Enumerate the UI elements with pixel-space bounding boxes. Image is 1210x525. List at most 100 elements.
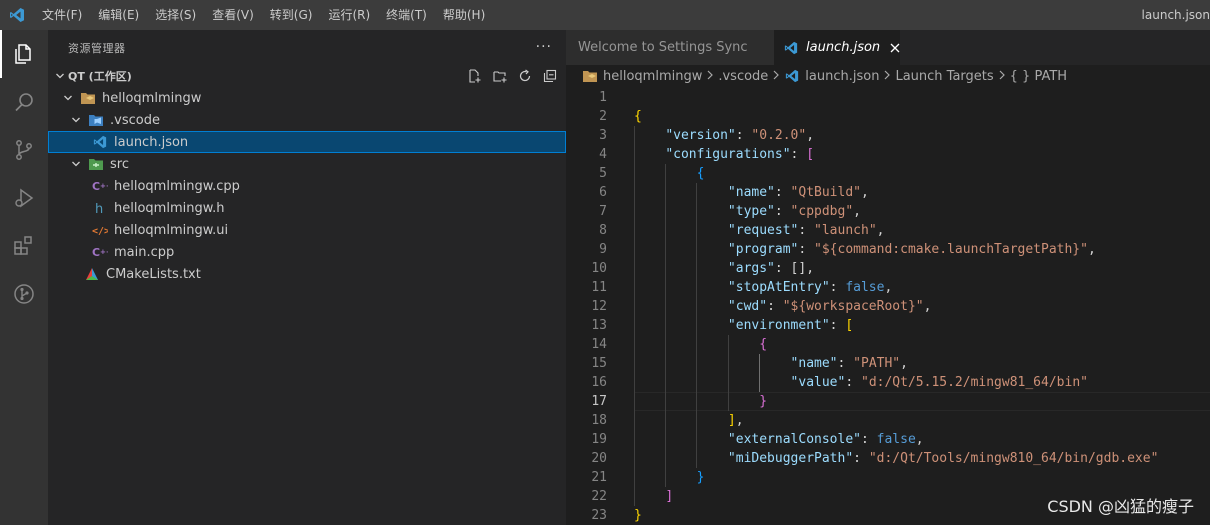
code-editor[interactable]: 1 2{3 "version": "0.2.0", 4 "configuration… [566, 87, 1210, 525]
file-tree: helloqmlmingw.vscodelaunch.jsonsrcC++hel… [48, 87, 566, 285]
menu-item-7[interactable]: 帮助(H) [435, 0, 493, 30]
cmake-file-icon [84, 266, 100, 282]
line-number: 5 [599, 166, 607, 181]
editor-area: Welcome to Settings Sync launch.json hel… [566, 30, 1210, 525]
code-token: : [774, 185, 791, 200]
breadcrumb-item[interactable]: launch.json [784, 68, 879, 84]
explorer-icon[interactable] [0, 30, 48, 78]
line-number: 23 [591, 508, 607, 523]
code-line: 2{ [566, 107, 1210, 126]
code-token: : [829, 280, 846, 295]
code-token: : [798, 242, 815, 257]
tree-item[interactable]: </> helloqmlmingw.ui [48, 219, 566, 241]
run-debug-icon[interactable] [0, 174, 48, 222]
more-actions-icon[interactable]: ··· [536, 39, 552, 55]
code-line: 20 "miDebuggerPath": "d:/Qt/Tools/mingw8… [566, 449, 1210, 468]
line-number: 3 [599, 128, 607, 143]
code-token: : [837, 356, 854, 371]
code-line: 7 "type": "cppdbg", [566, 202, 1210, 221]
tree-item[interactable]: C++ helloqmlmingw.cpp [48, 175, 566, 197]
code-line: 18 ], [566, 411, 1210, 430]
code-line: 1 [566, 88, 1210, 107]
code-token: , [915, 432, 924, 447]
close-icon[interactable] [890, 40, 900, 56]
code-token: : [], [774, 261, 815, 276]
code-line: 3 "version": "0.2.0", [566, 126, 1210, 145]
code-token: "QtBuild" [790, 185, 861, 200]
code-text: { [634, 107, 642, 126]
code-token: ] [665, 489, 674, 504]
code-token: { [759, 337, 768, 352]
cpp-file-icon: C++ [92, 244, 108, 260]
code-line: 13 "environment": [ [566, 316, 1210, 335]
code-text: "name": "PATH", [634, 354, 908, 373]
code-token: { [634, 109, 642, 124]
code-text: ] [634, 487, 673, 506]
source-control-icon[interactable] [0, 126, 48, 174]
new-folder-icon[interactable] [491, 67, 508, 85]
code-token: "configurations" [665, 147, 791, 162]
tree-item[interactable]: h helloqmlmingw.h [48, 197, 566, 219]
chevron-right-icon [706, 69, 714, 83]
line-number: 11 [591, 280, 607, 295]
menu-item-5[interactable]: 运行(R) [320, 0, 378, 30]
h-file-icon: h [92, 200, 108, 216]
code-text: "value": "d:/Qt/5.15.2/mingw81_64/bin" [634, 373, 1088, 392]
workspace-header[interactable]: QT (工作区) [48, 65, 566, 87]
activity-bar [0, 30, 48, 525]
indent-guide [727, 335, 729, 411]
code-token: , [735, 413, 744, 428]
line-number: 13 [591, 318, 607, 333]
search-icon[interactable] [0, 78, 48, 126]
code-token: : [860, 432, 877, 447]
code-token: , [900, 356, 908, 371]
menu-item-0[interactable]: 文件(F) [34, 0, 90, 30]
code-token: : [798, 223, 815, 238]
tree-item[interactable]: CMakeLists.txt [48, 263, 566, 285]
tree-item[interactable]: .vscode [48, 109, 566, 131]
svg-text:</>: </> [92, 226, 108, 236]
line-number: 12 [591, 299, 607, 314]
indent-guide [634, 126, 635, 506]
tree-item[interactable]: src [48, 153, 566, 175]
workspace-actions [466, 67, 558, 85]
code-line: 12 "cwd": "${workspaceRoot}", [566, 297, 1210, 316]
new-file-icon[interactable] [466, 67, 483, 85]
tree-item[interactable]: launch.json [48, 131, 566, 153]
code-token: false [845, 280, 885, 295]
code-text: { [634, 335, 767, 354]
breadcrumb-item[interactable]: helloqmlmingw [582, 68, 702, 84]
menu-item-3[interactable]: 查看(V) [204, 0, 262, 30]
git-graph-icon[interactable] [0, 270, 48, 318]
menu-item-6[interactable]: 终端(T) [378, 0, 435, 30]
extensions-icon[interactable] [0, 222, 48, 270]
code-token: : [735, 128, 752, 143]
tree-item[interactable]: helloqmlmingw [48, 87, 566, 109]
line-number: 16 [591, 375, 607, 390]
menu-item-1[interactable]: 编辑(E) [90, 0, 147, 30]
breadcrumb: helloqmlmingw .vscode launch.json Launch Ta… [566, 65, 1210, 87]
chevron-down-icon [52, 71, 68, 81]
breadcrumb-item[interactable]: .vscode [718, 69, 768, 84]
breadcrumb-item[interactable]: { } PATH [1010, 69, 1067, 84]
menu-item-2[interactable]: 选择(S) [147, 0, 204, 30]
tab-welcome-settings-sync[interactable]: Welcome to Settings Sync [566, 30, 774, 65]
refresh-icon[interactable] [516, 67, 533, 85]
tab-launch-json[interactable]: launch.json [774, 30, 900, 65]
tree-item[interactable]: C++ main.cpp [48, 241, 566, 263]
menu-item-4[interactable]: 转到(G) [262, 0, 321, 30]
code-token: } [634, 508, 642, 523]
code-text: "request": "launch", [634, 221, 885, 240]
breadcrumb-item[interactable]: Launch Targets [895, 69, 993, 84]
tree-item-label: CMakeLists.txt [106, 266, 201, 282]
line-number: 7 [599, 204, 607, 219]
collapse-all-icon[interactable] [541, 67, 558, 85]
